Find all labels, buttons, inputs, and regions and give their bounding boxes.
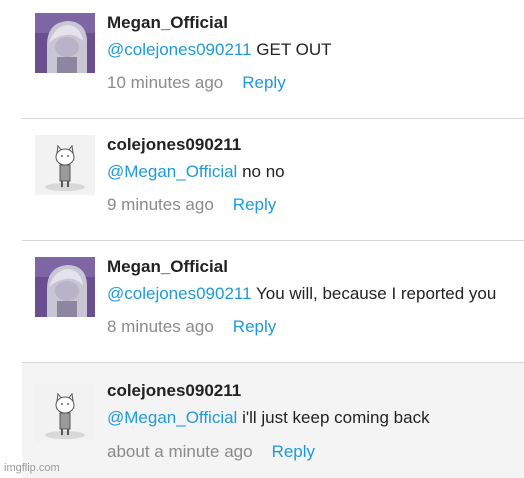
comment-body: no no [237, 162, 285, 181]
reply-button[interactable]: Reply [272, 442, 315, 461]
comment-text: @Megan_Official no no [107, 162, 285, 182]
comment-timestamp: about a minute ago [107, 442, 253, 461]
comment-timestamp: 9 minutes ago [107, 195, 214, 214]
avatar[interactable] [35, 383, 95, 443]
comment-timestamp: 8 minutes ago [107, 317, 214, 336]
comment-username[interactable]: colejones090211 [107, 381, 241, 401]
comment-item: colejones090211 @Megan_Official i'll jus… [22, 363, 524, 478]
comment-meta: 10 minutes ago Reply [107, 73, 286, 93]
comment-body: GET OUT [251, 40, 332, 59]
comment-body: You will, because I reported you [251, 284, 497, 303]
watermark: imgflip.com [4, 462, 60, 474]
mention-link[interactable]: @colejones090211 [107, 40, 252, 59]
comment-meta: 8 minutes ago Reply [107, 317, 276, 337]
comment-item: colejones090211 @Megan_Official no no 9 … [22, 122, 524, 240]
comment-username[interactable]: Megan_Official [107, 257, 228, 277]
reply-button[interactable]: Reply [233, 317, 276, 336]
comment-timestamp: 10 minutes ago [107, 73, 224, 92]
comment-item: Megan_Official @colejones090211 You will… [22, 244, 524, 362]
avatar[interactable] [35, 135, 95, 195]
avatar[interactable] [35, 13, 95, 73]
comment-text: @colejones090211 You will, because I rep… [107, 284, 496, 304]
comment-username[interactable]: colejones090211 [107, 135, 241, 155]
divider [22, 240, 524, 241]
comment-item: Megan_Official @colejones090211 GET OUT … [22, 0, 524, 118]
reply-button[interactable]: Reply [233, 195, 276, 214]
comment-body: i'll just keep coming back [237, 408, 430, 427]
comment-meta: 9 minutes ago Reply [107, 195, 276, 215]
comment-text: @Megan_Official i'll just keep coming ba… [107, 408, 430, 428]
mention-link[interactable]: @colejones090211 [107, 284, 252, 303]
reply-button[interactable]: Reply [242, 73, 285, 92]
avatar[interactable] [35, 257, 95, 317]
comment-text: @colejones090211 GET OUT [107, 40, 332, 60]
comment-username[interactable]: Megan_Official [107, 13, 228, 33]
mention-link[interactable]: @Megan_Official [107, 408, 237, 427]
mention-link[interactable]: @Megan_Official [107, 162, 237, 181]
comment-meta: about a minute ago Reply [107, 442, 315, 462]
divider [22, 118, 524, 119]
